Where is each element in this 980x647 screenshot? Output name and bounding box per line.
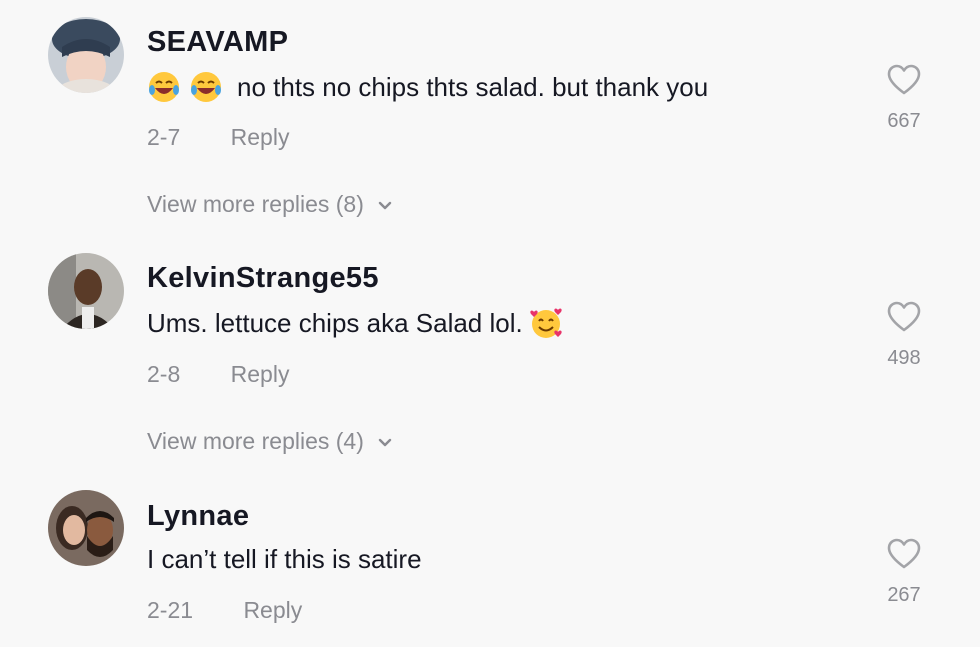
view-more-replies[interactable]: View more replies (8) [147, 191, 394, 218]
like-control: 267 [872, 538, 936, 607]
like-count: 267 [887, 584, 921, 606]
comment-text-content: no thts no chips thts salad. but thank y… [237, 71, 709, 102]
comment-text: Ums. lettuce chips aka Salad lol. [147, 306, 571, 340]
comment-text-content: I can’t tell if this is satire [147, 544, 422, 574]
view-more-label: View more replies (4) [147, 428, 364, 454]
laughing-tears-emoji [147, 70, 181, 104]
reply-button[interactable]: Reply [243, 597, 302, 623]
like-count: 498 [887, 347, 921, 369]
like-control: 498 [872, 301, 936, 370]
avatar[interactable] [48, 253, 124, 329]
comment-text: no thts no chips thts salad. but thank y… [147, 70, 708, 104]
chevron-down-icon [378, 438, 392, 446]
comment-username[interactable]: KelvinStrange55 [147, 262, 379, 295]
avatar[interactable] [48, 17, 124, 93]
comment-meta: 2-7 Reply [147, 124, 289, 151]
comment-date: 2-7 [147, 124, 181, 150]
laughing-tears-emoji [189, 70, 223, 104]
view-more-label: View more replies (8) [147, 191, 364, 217]
view-more-replies[interactable]: View more replies (4) [147, 428, 394, 455]
comment-username[interactable]: SEAVAMP [147, 26, 288, 59]
like-control: 667 [872, 64, 936, 133]
like-count: 667 [887, 110, 921, 132]
heart-outline-icon[interactable] [887, 301, 921, 333]
heart-outline-icon[interactable] [887, 538, 921, 570]
smiling-face-with-hearts-emoji [529, 306, 563, 340]
comment-date: 2-21 [147, 597, 194, 623]
comment-meta: 2-21 Reply [147, 597, 302, 624]
heart-outline-icon[interactable] [887, 64, 921, 96]
chevron-down-icon [378, 201, 392, 209]
comment-meta: 2-8 Reply [147, 361, 289, 388]
reply-button[interactable]: Reply [231, 361, 290, 387]
reply-button[interactable]: Reply [231, 124, 290, 150]
comment-text: I can’t tell if this is satire [147, 544, 422, 575]
comment-username[interactable]: Lynnae [147, 500, 249, 533]
comment-date: 2-8 [147, 361, 181, 387]
avatar[interactable] [48, 490, 124, 566]
comment-text-content: Ums. lettuce chips aka Salad lol. [147, 307, 523, 338]
